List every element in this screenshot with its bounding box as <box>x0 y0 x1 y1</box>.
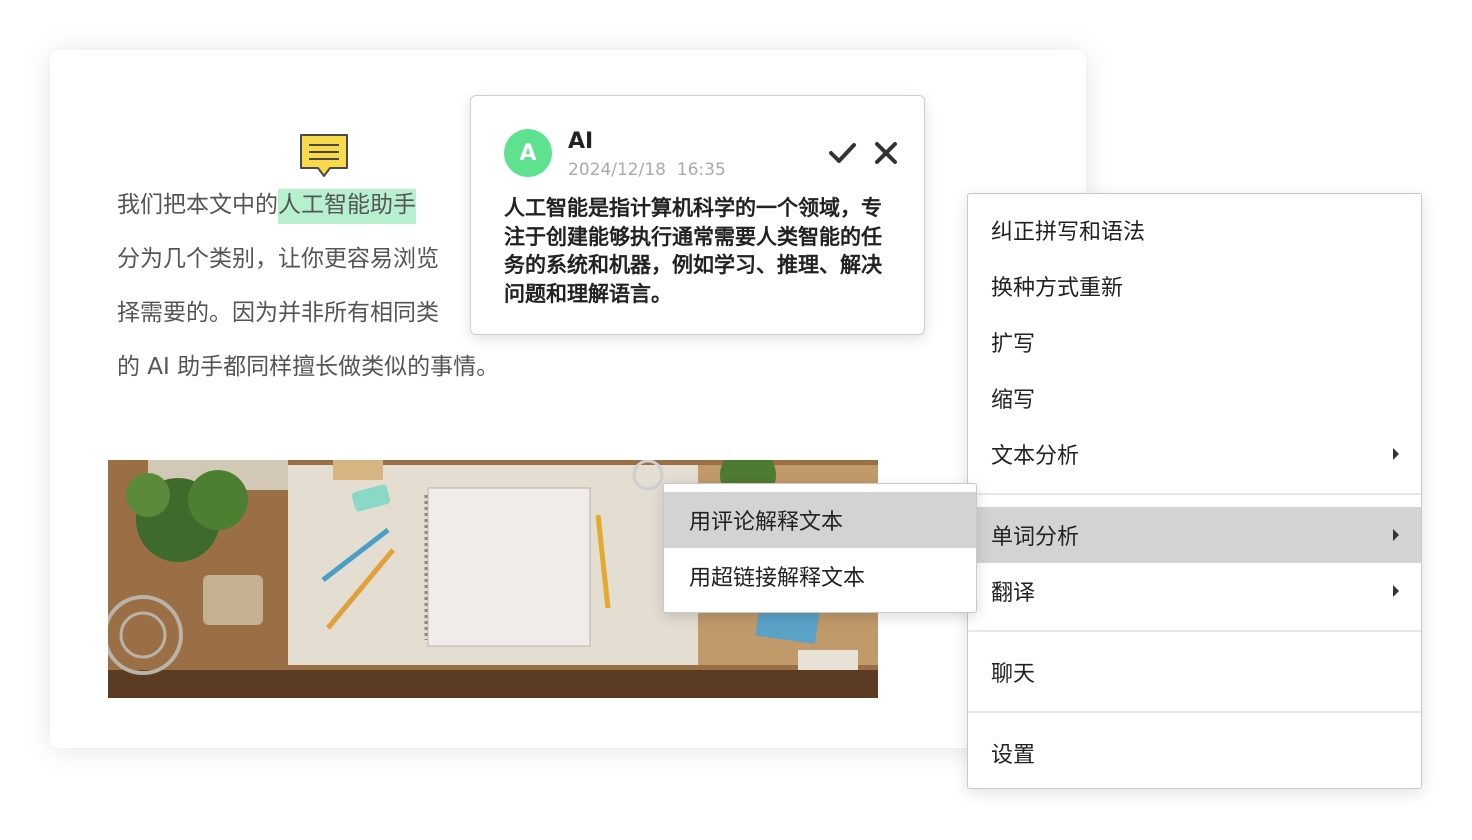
check-icon[interactable] <box>827 138 857 168</box>
text-before-highlight: 我们把本文中的 <box>117 192 278 218</box>
avatar: A <box>504 129 552 177</box>
menu-item-word-analysis[interactable]: 单词分析 <box>968 507 1421 563</box>
menu-item-label: 缩写 <box>991 388 1036 413</box>
menu-item-label: 设置 <box>991 743 1036 768</box>
submenu-item-explain-with-comment[interactable]: 用评论解释文本 <box>664 492 976 548</box>
comment-timestamp: 2024/12/18 16:35 <box>568 160 726 180</box>
menu-item-text-analysis[interactable]: 文本分析 <box>968 426 1421 482</box>
menu-item-label: 文本分析 <box>991 444 1080 469</box>
menu-divider <box>968 630 1421 632</box>
comment-time: 16:35 <box>676 160 726 180</box>
submenu-item-label: 用超链接解释文本 <box>689 566 866 591</box>
menu-item-label: 换种方式重新 <box>991 276 1124 301</box>
close-icon[interactable] <box>871 138 901 168</box>
menu-item-label: 翻译 <box>991 581 1036 606</box>
text-line: 的 AI 助手都同样擅长做类似的事情。 <box>117 354 500 380</box>
menu-item-expand[interactable]: 扩写 <box>968 314 1421 370</box>
menu-divider <box>968 493 1421 495</box>
comment-author: AI <box>568 129 594 154</box>
submenu-item-label: 用评论解释文本 <box>689 510 844 535</box>
highlighted-text[interactable]: 人工智能助手 <box>278 189 416 224</box>
menu-item-label: 聊天 <box>991 662 1036 687</box>
menu-item-rewrite[interactable]: 换种方式重新 <box>968 258 1421 314</box>
menu-item-label: 扩写 <box>991 332 1036 357</box>
menu-item-correct-spelling[interactable]: 纠正拼写和语法 <box>968 202 1421 258</box>
menu-item-translate[interactable]: 翻译 <box>968 563 1421 619</box>
comment-body: 人工智能是指计算机科学的一个领域，专注于创建能够执行通常需要人类智能的任务的系统… <box>504 196 882 306</box>
chevron-right-icon <box>1393 448 1399 460</box>
chevron-right-icon <box>1393 529 1399 541</box>
chevron-right-icon <box>1393 585 1399 597</box>
menu-item-shorten[interactable]: 缩写 <box>968 370 1421 426</box>
word-analysis-submenu: 用评论解释文本 用超链接解释文本 <box>663 483 977 613</box>
comment-icon[interactable] <box>300 134 348 178</box>
menu-divider <box>968 711 1421 713</box>
comment-popup: A AI 2024/12/18 16:35 人工智能是指计算机科学的一个领域，专… <box>470 95 925 335</box>
submenu-item-explain-with-hyperlink[interactable]: 用超链接解释文本 <box>664 548 976 604</box>
menu-item-settings[interactable]: 设置 <box>968 725 1421 781</box>
menu-item-label: 单词分析 <box>991 525 1080 550</box>
menu-item-label: 纠正拼写和语法 <box>991 220 1146 245</box>
context-menu: 纠正拼写和语法 换种方式重新 扩写 缩写 文本分析 单词分析 翻译 聊天 设置 <box>967 193 1422 789</box>
menu-item-chat[interactable]: 聊天 <box>968 644 1421 700</box>
comment-date: 2024/12/18 <box>568 160 666 180</box>
